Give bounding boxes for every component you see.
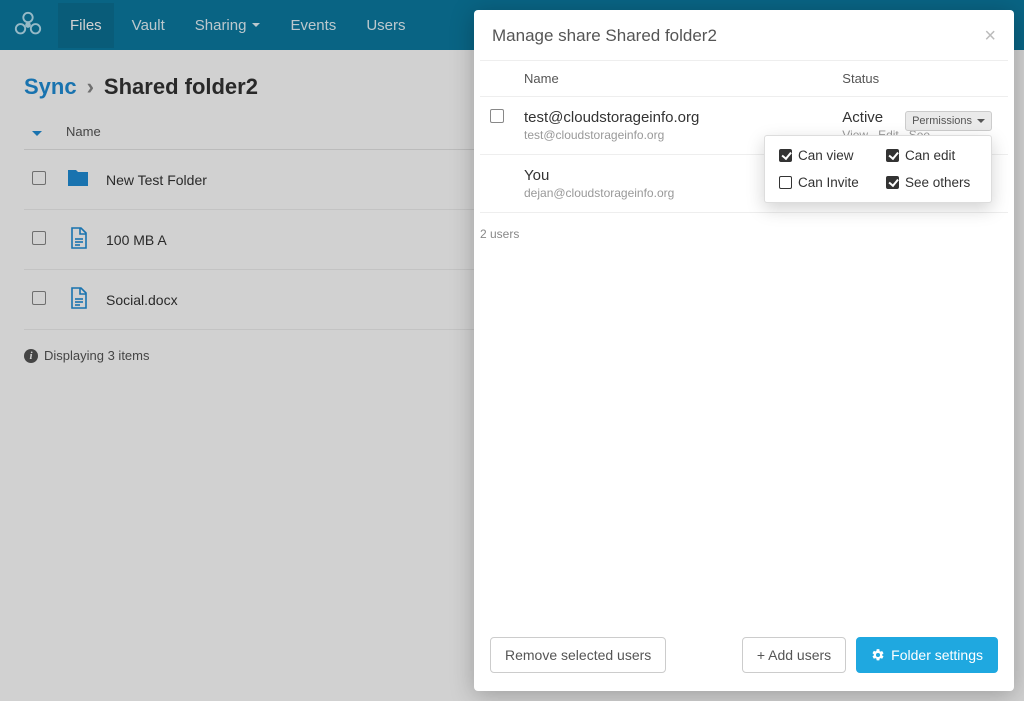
row-checkbox[interactable]	[490, 109, 504, 123]
share-user-row: test@cloudstorageinfo.orgtest@cloudstora…	[480, 97, 1008, 155]
modal-footer: Remove selected users + Add users Folder…	[474, 623, 1014, 691]
folder-settings-button[interactable]: Folder settings	[856, 637, 998, 673]
permissions-popover: Can view Can edit Can Invite See others	[764, 135, 992, 203]
caret-down-icon	[977, 119, 985, 123]
remove-users-button[interactable]: Remove selected users	[490, 637, 666, 673]
folder-settings-label: Folder settings	[891, 647, 983, 663]
checkbox-icon[interactable]	[779, 149, 792, 162]
column-header-name: Name	[514, 61, 832, 97]
permission-label: Can edit	[905, 148, 955, 163]
manage-share-modal: Manage share Shared folder2 × Name Statu…	[474, 10, 1014, 691]
checkbox-icon[interactable]	[886, 176, 899, 189]
permission-option[interactable]: Can Invite	[779, 175, 870, 190]
permission-option[interactable]: Can edit	[886, 148, 977, 163]
close-icon[interactable]: ×	[984, 26, 996, 46]
permission-option[interactable]: Can view	[779, 148, 870, 163]
modal-title: Manage share Shared folder2	[492, 26, 717, 46]
column-header-status: Status	[832, 61, 1008, 97]
user-display-name: test@cloudstorageinfo.org	[524, 109, 822, 126]
share-users-table: Name Status test@cloudstorageinfo.orgtes…	[480, 60, 1008, 213]
permission-label: Can view	[798, 148, 854, 163]
permission-label: See others	[905, 175, 970, 190]
user-count: 2 users	[474, 213, 1014, 241]
checkbox-icon[interactable]	[886, 149, 899, 162]
permissions-button[interactable]: Permissions	[905, 111, 992, 131]
add-users-button[interactable]: + Add users	[742, 637, 846, 673]
modal-header: Manage share Shared folder2 ×	[474, 10, 1014, 60]
permission-label: Can Invite	[798, 175, 859, 190]
gear-icon	[871, 648, 885, 662]
checkbox-icon[interactable]	[779, 176, 792, 189]
permission-option[interactable]: See others	[886, 175, 977, 190]
